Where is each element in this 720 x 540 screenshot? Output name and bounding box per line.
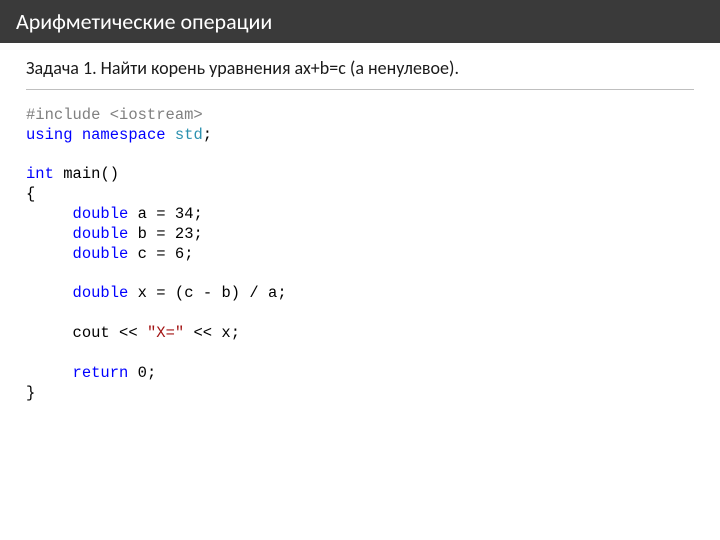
- lit-6: 6: [175, 245, 184, 263]
- semi: ;: [194, 205, 203, 223]
- kw-using: using: [26, 126, 73, 144]
- var-x: x: [221, 324, 230, 342]
- title-bar: Арифметические операции: [0, 0, 720, 43]
- var-a: a: [138, 205, 147, 223]
- kw-return: return: [73, 364, 129, 382]
- semi: ;: [194, 225, 203, 243]
- slide: Арифметические операции Задача 1. Найти …: [0, 0, 720, 540]
- paren-close: ): [110, 165, 119, 183]
- kw-double: double: [73, 225, 129, 243]
- semi: ;: [184, 245, 193, 263]
- brace-open: {: [26, 185, 35, 203]
- semi: ;: [203, 126, 212, 144]
- ns-std: std: [175, 126, 203, 144]
- op-insert: <<: [194, 324, 213, 342]
- op-eq: =: [156, 284, 165, 302]
- fn-main: main: [63, 165, 100, 183]
- indent: [26, 245, 73, 263]
- paren-open: (: [100, 165, 109, 183]
- semi: ;: [147, 364, 156, 382]
- indent: [26, 284, 73, 302]
- semi: ;: [277, 284, 286, 302]
- preproc-header: <iostream>: [100, 106, 202, 124]
- var-c: c: [138, 245, 147, 263]
- content-area: Задача 1. Найти корень уравнения ax+b=c …: [0, 43, 720, 417]
- paren-close: ): [231, 284, 240, 302]
- var-b: b: [138, 225, 147, 243]
- preproc-include: #include: [26, 106, 100, 124]
- paren-open: (: [175, 284, 184, 302]
- op-eq: =: [156, 225, 165, 243]
- slide-title: Арифметические операции: [16, 8, 272, 35]
- kw-double: double: [73, 284, 129, 302]
- var-b: b: [221, 284, 230, 302]
- op-eq: =: [156, 205, 165, 223]
- indent: [26, 324, 73, 342]
- lit-0: 0: [138, 364, 147, 382]
- lit-34: 34: [175, 205, 194, 223]
- kw-double: double: [73, 245, 129, 263]
- code-block: #include <iostream> using namespace std;…: [26, 96, 694, 403]
- indent: [26, 225, 73, 243]
- problem-statement: Задача 1. Найти корень уравнения ax+b=c …: [26, 57, 694, 90]
- op-eq: =: [156, 245, 165, 263]
- op-insert: <<: [119, 324, 138, 342]
- kw-double: double: [73, 205, 129, 223]
- op-div: /: [249, 284, 258, 302]
- lit-23: 23: [175, 225, 194, 243]
- op-minus: -: [203, 284, 212, 302]
- var-c: c: [184, 284, 193, 302]
- var-a: a: [268, 284, 277, 302]
- indent: [26, 364, 73, 382]
- kw-int: int: [26, 165, 54, 183]
- semi: ;: [231, 324, 240, 342]
- indent: [26, 205, 73, 223]
- var-x: x: [138, 284, 147, 302]
- kw-namespace: namespace: [82, 126, 166, 144]
- str-xeq: "X=": [147, 324, 184, 342]
- id-cout: cout: [73, 324, 110, 342]
- brace-close: }: [26, 384, 35, 402]
